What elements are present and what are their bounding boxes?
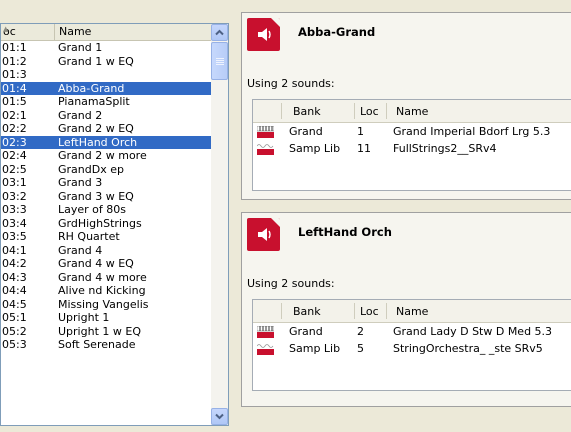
column-header-loc[interactable]: Loc bbox=[360, 305, 379, 318]
column-header-bank[interactable]: Bank bbox=[293, 105, 321, 118]
list-item[interactable]: 04:5 Missing Vangelis bbox=[1, 298, 211, 312]
list-header: oc ▲ Name bbox=[1, 24, 211, 41]
list-item[interactable]: 01:4 Abba-Grand bbox=[1, 81, 211, 95]
column-header-name[interactable]: Name bbox=[59, 25, 91, 38]
sounds-table: Bank Loc Name Grand 2 Grand Lady D Stw D… bbox=[252, 299, 571, 391]
sample-sound-icon bbox=[257, 144, 274, 155]
list-rows: 01:1 Grand 1 01:2 Grand 1 w EQ 01:3 01:4 Abba-… bbox=[1, 41, 211, 352]
program-title: LeftHand Orch bbox=[298, 225, 392, 239]
list-item[interactable]: 02:1 Grand 2 bbox=[1, 109, 211, 123]
list-item[interactable]: 02:3 LeftHand Orch bbox=[1, 135, 211, 149]
list-item[interactable]: 05:1 Upright 1 bbox=[1, 311, 211, 325]
table-row[interactable]: Samp Lib 11 FullStrings2__SRv4 bbox=[253, 140, 571, 157]
column-header-name[interactable]: Name bbox=[396, 105, 428, 118]
list-item[interactable]: 01:5 PianamaSplit bbox=[1, 95, 211, 109]
table-row[interactable]: Grand 1 Grand Imperial Bdorf Lrg 5.3 bbox=[253, 123, 571, 140]
sound-count-label: Using 2 sounds: bbox=[247, 277, 335, 290]
list-item[interactable]: 01:1 Grand 1 bbox=[1, 41, 211, 55]
list-item[interactable]: 04:1 Grand 4 bbox=[1, 244, 211, 258]
list-item[interactable]: 03:1 Grand 3 bbox=[1, 176, 211, 190]
speaker-icon bbox=[247, 218, 280, 251]
column-header-location[interactable]: oc ▲ bbox=[1, 24, 55, 40]
list-item[interactable]: 02:2 Grand 2 w EQ bbox=[1, 122, 211, 136]
sort-ascending-icon: ▲ bbox=[3, 25, 9, 33]
list-item[interactable]: 01:2 Grand 1 w EQ bbox=[1, 55, 211, 69]
list-item[interactable]: 02:5 GrandDx ep bbox=[1, 163, 211, 177]
list-item[interactable]: 04:4 Alive nd Kicking bbox=[1, 284, 211, 298]
column-header-loc[interactable]: Loc bbox=[360, 105, 379, 118]
scroll-up-button[interactable] bbox=[211, 24, 228, 41]
column-header-name[interactable]: Name bbox=[396, 305, 428, 318]
list-item[interactable]: 01:3 bbox=[1, 68, 211, 82]
list-item[interactable]: 05:3 Soft Serenade bbox=[1, 338, 211, 352]
list-item[interactable]: 04:2 Grand 4 w EQ bbox=[1, 257, 211, 271]
list-item[interactable]: 04:3 Grand 4 w more bbox=[1, 271, 211, 285]
table-row[interactable]: Samp Lib 5 StringOrchestra_ _ste SRv5 bbox=[253, 340, 571, 357]
sounds-table: Bank Loc Name Grand 1 Grand Imperial Bdo… bbox=[252, 99, 571, 191]
list-item[interactable]: 03:2 Grand 3 w EQ bbox=[1, 190, 211, 204]
program-detail-panel: LeftHand Orch Using 2 sounds: Bank Loc N… bbox=[241, 212, 571, 407]
program-list[interactable]: oc ▲ Name 01:1 Grand 1 01:2 Grand 1 w EQ 01:… bbox=[0, 23, 229, 426]
sounds-table-header: Bank Loc Name bbox=[253, 100, 571, 123]
program-detail-panel: Abba-Grand Using 2 sounds: Bank Loc Name… bbox=[241, 12, 571, 200]
sample-sound-icon bbox=[257, 344, 274, 355]
column-header-bank[interactable]: Bank bbox=[293, 305, 321, 318]
chevron-up-icon bbox=[215, 29, 224, 36]
piano-sound-icon bbox=[257, 126, 274, 138]
list-item[interactable]: 03:3 Layer of 80s bbox=[1, 203, 211, 217]
table-row[interactable]: Grand 2 Grand Lady D Stw D Med 5.3 bbox=[253, 323, 571, 340]
sound-count-label: Using 2 sounds: bbox=[247, 77, 335, 90]
piano-sound-icon bbox=[257, 326, 274, 338]
scroll-thumb[interactable] bbox=[211, 42, 228, 80]
chevron-down-icon bbox=[215, 413, 224, 420]
list-item[interactable]: 03:4 GrdHighStrings bbox=[1, 217, 211, 231]
list-item[interactable]: 03:5 RH Quartet bbox=[1, 230, 211, 244]
list-item[interactable]: 05:2 Upright 1 w EQ bbox=[1, 325, 211, 339]
sounds-table-header: Bank Loc Name bbox=[253, 300, 571, 323]
scroll-down-button[interactable] bbox=[211, 408, 228, 425]
speaker-icon bbox=[247, 18, 280, 51]
list-item[interactable]: 02:4 Grand 2 w more bbox=[1, 149, 211, 163]
vertical-scrollbar[interactable] bbox=[211, 24, 228, 425]
program-title: Abba-Grand bbox=[298, 25, 376, 39]
